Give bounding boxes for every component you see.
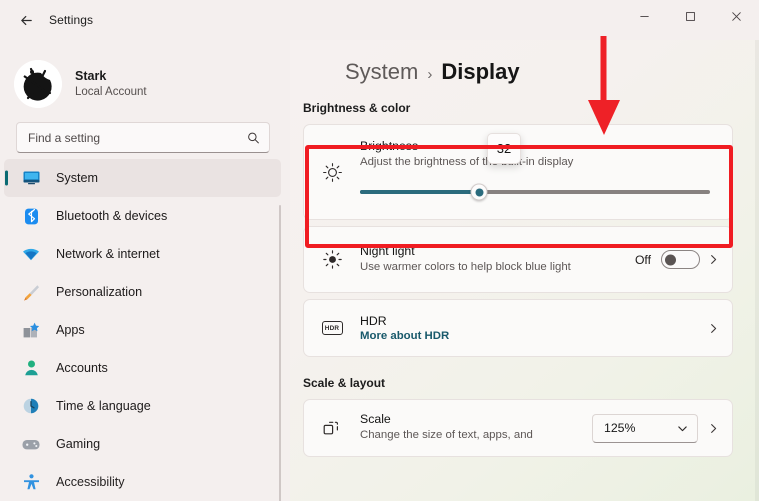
- sidebar-item-bluetooth-devices[interactable]: Bluetooth & devices: [4, 197, 281, 235]
- chevron-right-icon: [708, 323, 719, 334]
- scale-body: Scale Change the size of text, apps, and: [360, 412, 592, 443]
- breadcrumb-current: Display: [441, 59, 519, 85]
- settings-window: Settings: [0, 0, 759, 501]
- night-light-title: Night light: [360, 244, 635, 258]
- brightness-body: Brightness Adjust the brightness of the …: [360, 125, 732, 219]
- section-heading-brightness-color: Brightness & color: [303, 101, 759, 115]
- search-icon: [247, 131, 260, 144]
- sidebar-item-label: Apps: [56, 323, 85, 337]
- scale-title: Scale: [360, 412, 592, 426]
- slider-thumb[interactable]: [471, 184, 488, 201]
- monitor-icon: [20, 168, 42, 188]
- section-heading-scale-layout: Scale & layout: [303, 376, 759, 390]
- maximize-button[interactable]: [667, 0, 713, 32]
- brightness-value-tooltip: 32: [487, 133, 521, 164]
- apps-icon: [20, 320, 42, 340]
- clock-icon: [20, 396, 42, 416]
- hdr-card[interactable]: HDR HDR More about HDR: [303, 299, 733, 357]
- chevron-right-icon: [708, 254, 719, 265]
- sidebar-item-label: Bluetooth & devices: [56, 209, 167, 223]
- night-light-sun-icon: [304, 249, 360, 270]
- accessibility-icon: [20, 472, 42, 492]
- bluetooth-icon: [20, 206, 42, 226]
- sidebar-item-accessibility[interactable]: Accessibility: [4, 463, 281, 501]
- breadcrumb-parent[interactable]: System: [345, 59, 418, 85]
- content-pane: System › Display Brightness & color Brig…: [290, 40, 759, 501]
- window-title: Settings: [49, 13, 93, 27]
- content-scrollbar[interactable]: [755, 40, 759, 501]
- search-area: [0, 114, 290, 153]
- sidebar-item-label: Personalization: [56, 285, 142, 299]
- night-light-chevron[interactable]: [702, 254, 732, 265]
- account-summary[interactable]: Stark Local Account: [0, 40, 290, 114]
- sidebar-item-personalization[interactable]: Personalization: [4, 273, 281, 311]
- scale-dropdown[interactable]: 125%: [592, 414, 698, 443]
- chevron-down-icon: [677, 423, 688, 434]
- night-light-subtitle: Use warmer colors to help block blue lig…: [360, 260, 575, 275]
- sidebar-item-time-language[interactable]: Time & language: [4, 387, 281, 425]
- minimize-button[interactable]: [621, 0, 667, 32]
- sidebar-item-label: Gaming: [56, 437, 100, 451]
- scale-subtitle: Change the size of text, apps, and: [360, 428, 592, 443]
- sidebar-item-accounts[interactable]: Accounts: [4, 349, 281, 387]
- hdr-badge-icon: HDR: [304, 321, 360, 335]
- scale-chevron[interactable]: [702, 423, 732, 434]
- brightness-slider[interactable]: [360, 184, 732, 200]
- sidebar-scrollbar[interactable]: [279, 205, 282, 501]
- brightness-title: Brightness: [360, 139, 732, 153]
- night-light-toggle-area[interactable]: Off: [635, 250, 702, 269]
- hdr-chevron[interactable]: [702, 323, 732, 334]
- sidebar-item-network-internet[interactable]: Network & internet: [4, 235, 281, 273]
- night-light-toggle[interactable]: [661, 250, 700, 269]
- hdr-more-link[interactable]: More about HDR: [360, 330, 702, 342]
- close-button[interactable]: [713, 0, 759, 32]
- person-icon: [20, 358, 42, 378]
- brightness-card[interactable]: Brightness Adjust the brightness of the …: [303, 124, 733, 220]
- night-light-card[interactable]: Night light Use warmer colors to help bl…: [303, 226, 733, 293]
- sidebar-item-gaming[interactable]: Gaming: [4, 425, 281, 463]
- maximize-icon: [685, 11, 696, 22]
- scale-value: 125%: [604, 421, 635, 435]
- breadcrumb: System › Display: [290, 40, 759, 85]
- close-icon: [731, 11, 742, 22]
- chevron-right-icon: [708, 423, 719, 434]
- breadcrumb-separator-icon: ›: [427, 66, 432, 83]
- hdr-title: HDR: [360, 314, 702, 328]
- sidebar-item-label: Accessibility: [56, 475, 125, 489]
- minimize-icon: [639, 11, 650, 22]
- brightness-sun-icon: [304, 125, 360, 219]
- night-light-body: Night light Use warmer colors to help bl…: [360, 244, 635, 275]
- avatar: [14, 60, 62, 108]
- search-input[interactable]: [17, 131, 237, 145]
- sidebar-item-label: Network & internet: [56, 247, 160, 261]
- sidebar: Stark Local Account: [0, 40, 290, 501]
- hdr-body: HDR More about HDR: [360, 314, 702, 342]
- window-controls: [621, 0, 759, 32]
- brightness-color-cards: Brightness Adjust the brightness of the …: [290, 124, 759, 357]
- sidebar-item-label: Accounts: [56, 361, 108, 375]
- account-type: Local Account: [75, 85, 147, 99]
- sidebar-nav: System Bluetooth & devices: [0, 159, 290, 499]
- scale-card[interactable]: Scale Change the size of text, apps, and…: [303, 399, 733, 457]
- search-box[interactable]: [16, 122, 270, 153]
- night-light-toggle-state: Off: [635, 253, 651, 267]
- account-name: Stark: [75, 69, 147, 85]
- back-arrow-icon: [19, 13, 34, 28]
- brightness-subtitle: Adjust the brightness of the built-in di…: [360, 155, 732, 170]
- wifi-icon: [20, 244, 42, 264]
- sidebar-item-label: System: [56, 171, 98, 185]
- slider-fill: [360, 190, 479, 194]
- back-button[interactable]: [9, 5, 43, 35]
- avatar-graphic: [14, 60, 62, 108]
- gamepad-icon: [20, 434, 42, 454]
- sidebar-item-label: Time & language: [56, 399, 151, 413]
- scale-resize-icon: [304, 418, 360, 438]
- scale-layout-cards: Scale Change the size of text, apps, and…: [290, 399, 759, 457]
- title-bar: Settings: [0, 0, 759, 40]
- sidebar-item-system[interactable]: System: [4, 159, 281, 197]
- sidebar-item-apps[interactable]: Apps: [4, 311, 281, 349]
- paintbrush-icon: [20, 282, 42, 302]
- account-text: Stark Local Account: [75, 69, 147, 100]
